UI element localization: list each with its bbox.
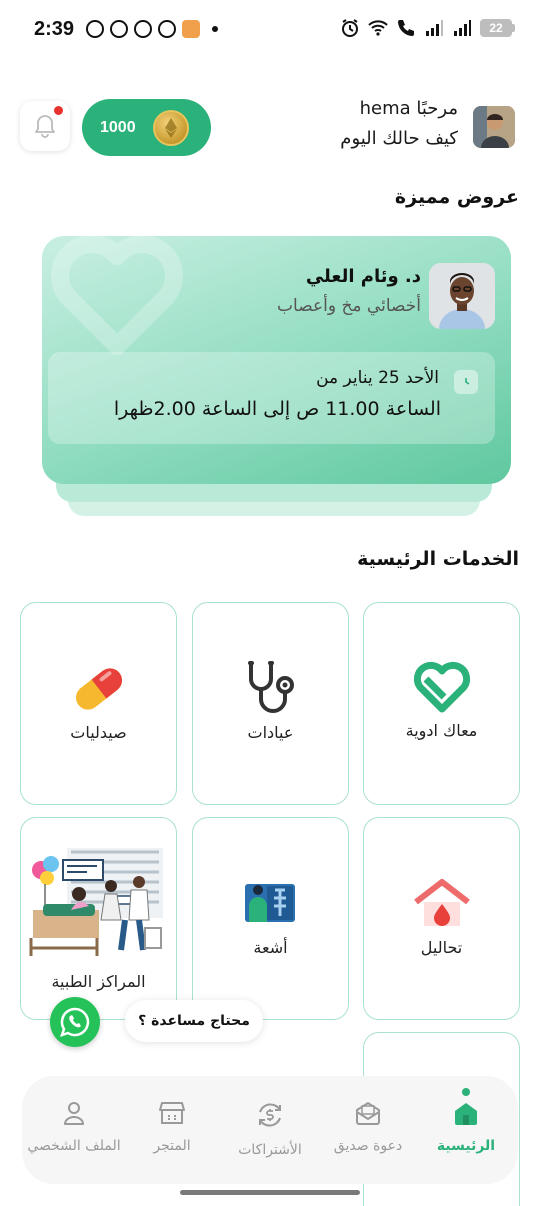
service-label: أشعة <box>253 938 288 957</box>
service-label: معاك ادوية <box>405 721 478 740</box>
doctor-name: د. وئام العلي <box>305 266 421 287</box>
service-medicine-delivery[interactable]: معاك ادوية <box>363 602 520 805</box>
subscription-icon <box>259 1103 281 1127</box>
status-bar: 2:39 22 <box>0 0 540 62</box>
bell-icon <box>35 115 55 138</box>
bottom-navigation: الرئيسية دعوة صديق الأشتراكات المتجر الم… <box>22 1076 518 1184</box>
whatsapp-icon <box>60 1007 90 1037</box>
medical-center-illustration <box>29 848 163 956</box>
doctor-photo <box>429 263 495 329</box>
system-icons: 22 <box>340 18 515 38</box>
battery-indicator: 22 <box>480 19 515 37</box>
greeting-subtitle: كيف حالك اليوم <box>340 128 458 149</box>
nav-label: الأشتراكات <box>238 1142 302 1158</box>
appointment-time-box: الأحد 25 يناير من الساعة 11.00 ص إلى الس… <box>48 352 495 444</box>
appointment-hours: الساعة 11.00 ص إلى الساعة 2.00ظهرا <box>113 398 441 420</box>
snapchat-icon <box>110 20 128 38</box>
home-icon <box>455 1103 477 1125</box>
heart-medicine-icon <box>413 661 470 713</box>
invite-icon <box>356 1101 380 1125</box>
service-clinics[interactable]: عيادات <box>192 602 349 805</box>
call-icon <box>398 20 414 36</box>
messenger-icon <box>134 20 152 38</box>
nav-store[interactable]: المتجر <box>122 1100 222 1154</box>
coins-value: 1000 <box>100 118 136 136</box>
signal-icon <box>426 20 443 36</box>
nav-label: الرئيسية <box>436 1138 496 1154</box>
help-label[interactable]: محتاج مساعدة ؟ <box>125 1000 263 1042</box>
nav-profile[interactable]: الملف الشخصي <box>24 1100 124 1154</box>
alarm-icon <box>342 19 358 37</box>
featured-section-title: عروض مميزة <box>394 186 519 208</box>
nav-label: المتجر <box>153 1138 191 1154</box>
heart-watermark-icon <box>51 236 183 355</box>
service-medical-centers[interactable]: المراكز الطبية <box>20 817 177 1020</box>
system-home-indicator[interactable] <box>180 1190 360 1195</box>
nav-label: دعوة صديق <box>333 1138 403 1154</box>
nav-subscriptions[interactable]: الأشتراكات <box>220 1100 320 1158</box>
user-photo <box>473 106 515 148</box>
signal-icon-2 <box>454 20 471 36</box>
lab-house-drop-icon <box>413 879 470 926</box>
stethoscope-icon <box>247 661 294 713</box>
coin-icon <box>153 109 189 146</box>
notifications-button[interactable] <box>20 101 70 151</box>
nav-invite-friend[interactable]: دعوة صديق <box>318 1100 418 1154</box>
service-label: عيادات <box>247 723 294 742</box>
service-label: صيدليات <box>70 723 127 742</box>
doctor-specialty: أخصائي مخ وأعصاب <box>277 296 421 316</box>
notification-badge <box>54 106 63 115</box>
featured-offer-card[interactable]: د. وئام العلي أخصائي مخ وأعصاب الأحد 25 … <box>42 236 511 484</box>
xray-icon <box>244 884 295 922</box>
service-lab-tests[interactable]: تحاليل <box>363 817 520 1020</box>
service-label: المراكز الطبية <box>51 972 146 991</box>
active-indicator <box>462 1088 470 1096</box>
tiktok-icon <box>158 20 176 38</box>
status-time: 2:39 <box>34 18 75 40</box>
service-label: تحاليل <box>420 938 463 957</box>
more-dot-icon <box>212 26 218 32</box>
shop-icon <box>182 20 200 38</box>
appointment-date: الأحد 25 يناير من <box>316 368 439 388</box>
greeting-text: مرحبًا hema <box>359 98 458 119</box>
home-screen: 2:39 22 مرحبًا hema كيف حالك اليوم 1000 … <box>0 0 540 1206</box>
nav-label: الملف الشخصي <box>27 1138 121 1154</box>
profile-icon <box>64 1102 84 1125</box>
service-radiology[interactable]: أشعة <box>192 817 349 1020</box>
clock-icon <box>454 370 478 394</box>
services-section-title: الخدمات الرئيسية <box>357 548 519 570</box>
store-icon <box>159 1102 185 1124</box>
whatsapp-help-button[interactable] <box>50 997 100 1047</box>
service-pharmacies[interactable]: صيدليات <box>20 602 177 805</box>
user-avatar[interactable] <box>473 106 515 148</box>
wifi-icon <box>368 20 388 36</box>
notification-icons <box>86 20 218 38</box>
nav-home[interactable]: الرئيسية <box>416 1088 516 1154</box>
coins-balance-button[interactable]: 1000 <box>82 99 211 156</box>
whatsapp-icon <box>86 20 104 38</box>
pill-capsule-icon <box>75 668 122 710</box>
